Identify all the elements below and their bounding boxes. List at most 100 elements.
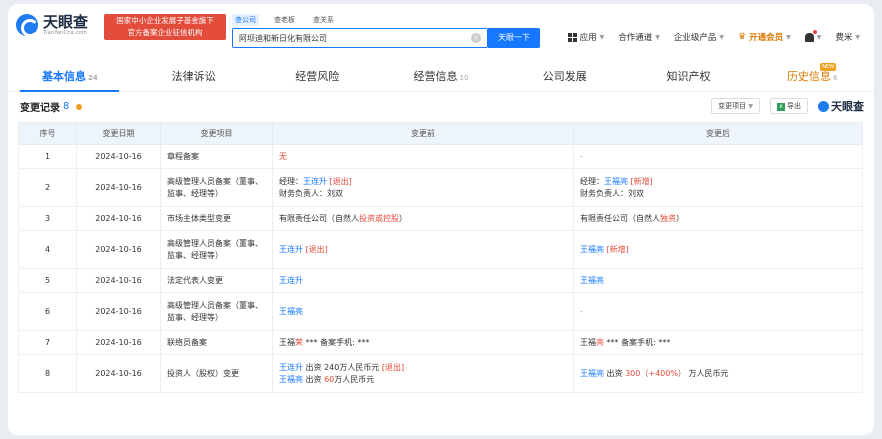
chevron-down-icon: ▼ [855, 33, 860, 41]
col-header-after: 变更后 [573, 122, 863, 145]
change-text: 60 [324, 374, 335, 384]
person-link[interactable]: 王福亮 [279, 375, 303, 384]
cell-before: 有限责任公司（自然人投资或控股） [272, 206, 574, 231]
tab-label: 法律诉讼 [171, 70, 216, 83]
badge-line-2: 官方备案企业征信机构 [127, 28, 203, 37]
nav-user[interactable]: 费米 ▼ [835, 31, 860, 43]
clear-icon[interactable]: × [471, 33, 481, 43]
change-text: 万人民币元 [334, 374, 375, 384]
person-link[interactable]: 王连升 [303, 177, 327, 186]
tab-ip[interactable]: 知识产权 [627, 62, 751, 91]
change-text: 经理： [279, 176, 303, 186]
app-frame: 天眼查 TianYanCha.com 国家中小企业发展子基金旗下 官方备案企业征… [8, 4, 874, 435]
nav-cooperation[interactable]: 合作通道 ▼ [618, 31, 660, 43]
nav-apps[interactable]: 应用 ▼ [567, 31, 604, 43]
cell-date: 2024-10-16 [76, 206, 161, 231]
person-link[interactable]: 王福亮 [580, 276, 604, 285]
change-text: 王福 [580, 337, 596, 347]
badge-line-1: 国家中小企业发展子基金旗下 [116, 16, 214, 25]
change-text: 亮 [596, 337, 604, 347]
tab-development[interactable]: 公司发展 [503, 62, 627, 91]
tab-operation[interactable]: 经营信息 10 [379, 62, 503, 91]
export-label: 导出 [787, 102, 801, 110]
person-link[interactable]: 王福亮 [604, 177, 628, 186]
change-text: ） [676, 213, 684, 223]
new-badge: NEW [820, 63, 837, 71]
cell-no: 2 [18, 168, 77, 207]
person-link[interactable]: 王连升 [279, 276, 303, 285]
certification-badge[interactable]: 国家中小企业发展子基金旗下 官方备案企业征信机构 [104, 14, 226, 40]
search-tab-boss[interactable]: 查老板 [271, 14, 298, 26]
cell-date: 2024-10-16 [76, 354, 161, 393]
cell-date: 2024-10-16 [76, 292, 161, 331]
cell-before: 经理：王连升 [退出] 财务负责人：刘双 [272, 168, 574, 207]
cell-before: 王连升 [退出] [272, 230, 574, 269]
export-button[interactable]: x 导出 [770, 98, 808, 114]
top-header: 天眼查 TianYanCha.com 国家中小企业发展子基金旗下 官方备案企业征… [8, 4, 874, 56]
tab-count: 24 [87, 74, 98, 82]
nav-enterprise[interactable]: 企业级产品 ▼ [674, 31, 724, 43]
cell-date: 2024-10-16 [76, 230, 161, 269]
search-input-value: 阿坝迪和新日化有限公司 [239, 34, 327, 43]
change-text: 有限责任公司（自然人 [580, 213, 660, 223]
user-name: 费米 [835, 33, 853, 43]
change-text: 万人民币元 [685, 368, 729, 378]
hot-dot-icon [76, 103, 83, 110]
cell-after: 王福亮 [新增] [573, 230, 863, 269]
cell-no: 3 [18, 206, 77, 231]
table-row: 2 2024-10-16 高级管理人员备案（董事、监事、经理等） 经理：王连升 [退出… [18, 168, 863, 207]
excel-icon: x [777, 103, 785, 111]
logo-name: 天眼查 [43, 13, 89, 31]
nav-vip-label: 开通会员 [749, 33, 784, 43]
top-nav: 应用 ▼ 合作通道 ▼ 企业级产品 ▼ ♛ 开通会员 ▼ ▼ 费米 ▼ [567, 29, 860, 43]
cell-before: 王福荣 *** 备案手机: *** [272, 330, 574, 355]
person-link[interactable]: 王福亮 [279, 307, 303, 316]
change-text: 独资 [660, 213, 676, 223]
search-input[interactable]: 阿坝迪和新日化有限公司 × [232, 28, 488, 48]
cell-after: - [573, 292, 863, 331]
change-text: *** 备案手机: *** [604, 337, 671, 347]
col-header-no: 序号 [18, 122, 77, 145]
change-text: 投资或控股 [359, 213, 399, 223]
cell-after: 王福亮 [573, 268, 863, 293]
cell-item: 法定代表人变更 [160, 268, 273, 293]
change-text: 无 [279, 151, 287, 161]
filter-dropdown[interactable]: 变更项目 ▼ [711, 98, 760, 114]
change-text: 财务负责人：刘双 [580, 188, 644, 198]
cell-item: 投资人（股权）变更 [160, 354, 273, 393]
tab-label: 基本信息 [41, 70, 86, 83]
site-logo[interactable]: 天眼查 TianYanCha.com [16, 13, 89, 37]
nav-apps-label: 应用 [579, 33, 597, 43]
table-row: 7 2024-10-16 联络员备案 王福荣 *** 备案手机: *** 王福亮 ***… [18, 330, 863, 355]
tab-legal[interactable]: 法律诉讼 [132, 62, 256, 91]
bell-icon [804, 29, 817, 42]
tab-risk[interactable]: 经营风险 [255, 62, 379, 91]
person-link[interactable]: 王福亮 [580, 245, 604, 254]
search-tab-company[interactable]: 查公司 [232, 14, 259, 26]
cell-item: 高级管理人员备案（董事、监事、经理等） [160, 168, 273, 207]
tab-basic-info[interactable]: 基本信息 24 [8, 62, 132, 92]
table-row: 5 2024-10-16 法定代表人变更 王连升 王福亮 [18, 268, 863, 293]
tab-label: 经营风险 [295, 70, 340, 83]
nav-notifications[interactable]: ▼ [804, 29, 821, 42]
section-title: 变更记录 8 [20, 99, 83, 114]
tab-history[interactable]: NEW 历史信息 6 [750, 62, 874, 91]
cell-no: 7 [18, 330, 77, 355]
table-header-row: 序号 变更日期 变更项目 变更前 变更后 [18, 122, 863, 145]
person-link[interactable]: 王连升 [279, 245, 303, 254]
cell-item: 高级管理人员备案（董事、监事、经理等） [160, 292, 273, 331]
table-row: 6 2024-10-16 高级管理人员备案（董事、监事、经理等） 王福亮 - [18, 292, 863, 331]
search-tab-relation[interactable]: 查关系 [310, 14, 337, 26]
search-button[interactable]: 天眼一下 [488, 28, 540, 48]
person-link[interactable]: 王福亮 [580, 369, 604, 378]
person-link[interactable]: 王连升 [279, 363, 303, 372]
nav-vip[interactable]: ♛ 开通会员 ▼ [738, 31, 791, 43]
change-text: - [580, 306, 583, 316]
change-text: 出资 [303, 374, 325, 384]
brand-text: 天眼查 [831, 100, 864, 113]
table-row: 3 2024-10-16 市场主体类型变更 有限责任公司（自然人投资或控股） 有限责任公… [18, 206, 863, 231]
change-text: 经理： [580, 176, 604, 186]
cell-after: 有限责任公司（自然人独资） [573, 206, 863, 231]
change-text: [退出] [381, 362, 405, 372]
change-text: [退出] [303, 244, 328, 254]
